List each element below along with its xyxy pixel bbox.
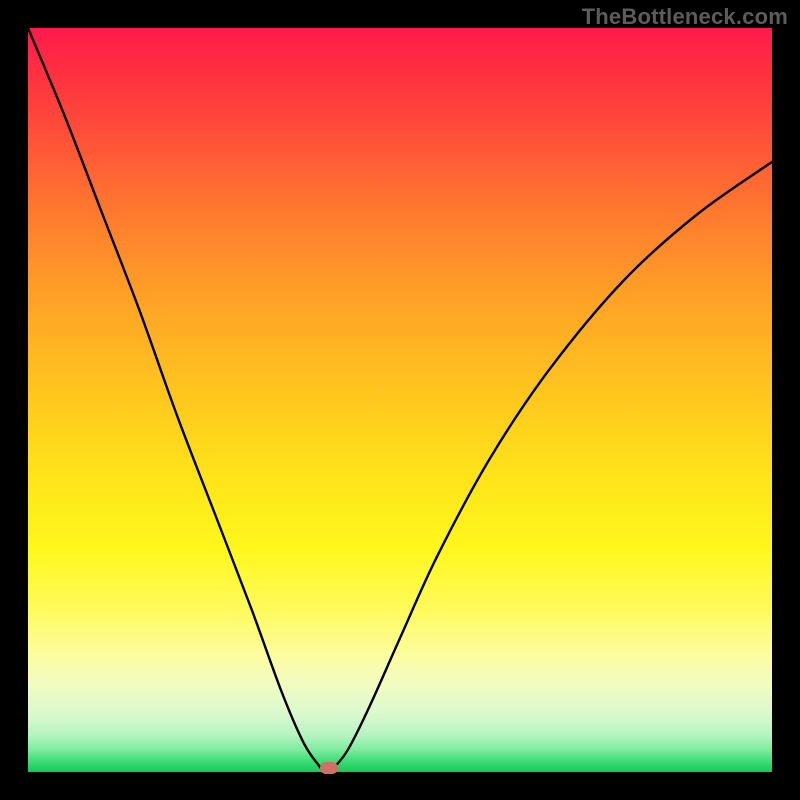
optimum-marker	[320, 762, 338, 774]
watermark-text: TheBottleneck.com	[582, 4, 788, 30]
outer-frame: TheBottleneck.com	[0, 0, 800, 800]
plot-area	[28, 28, 772, 772]
bottleneck-curve-path	[28, 28, 772, 772]
curve-svg	[28, 28, 772, 772]
